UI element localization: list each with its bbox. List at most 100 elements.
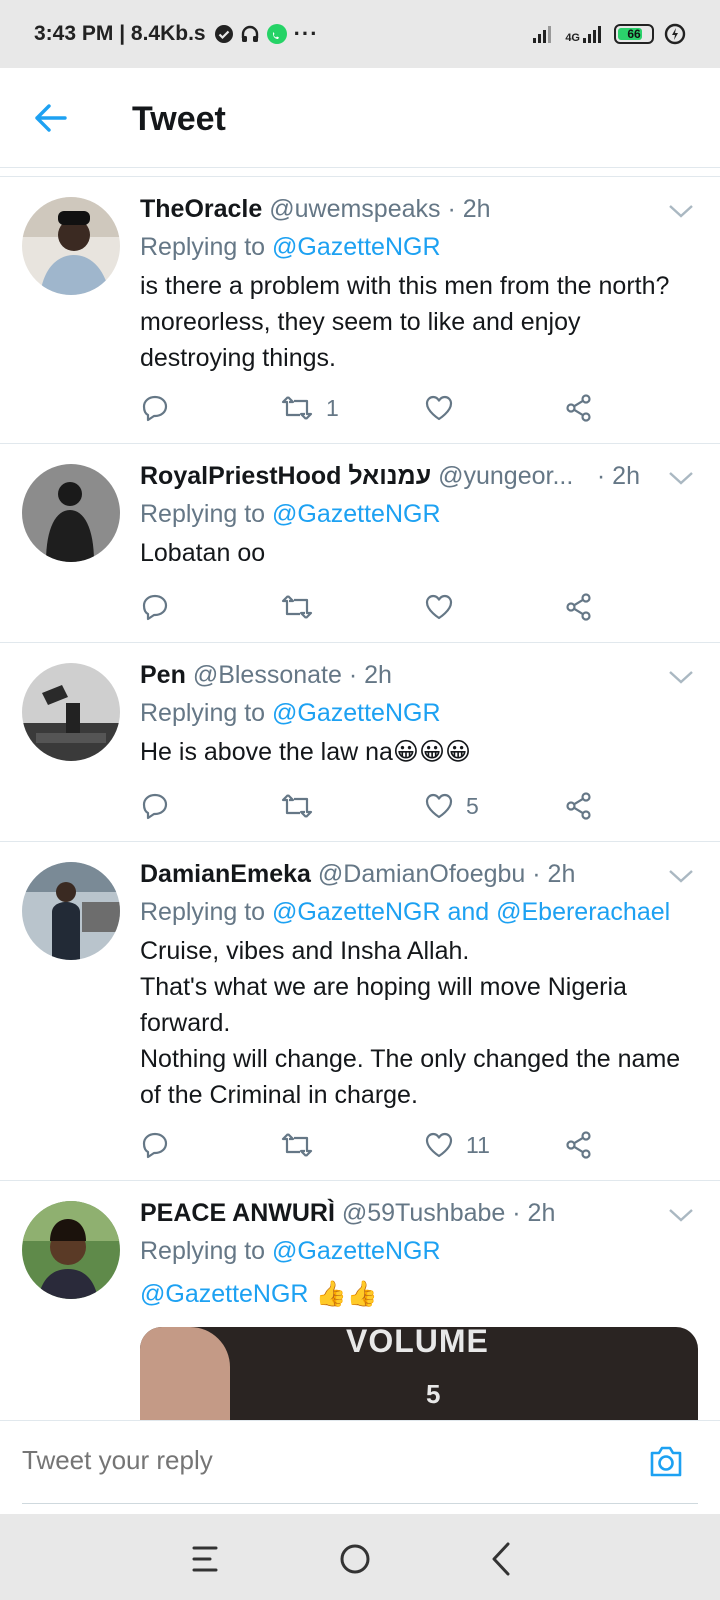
tweet-text-line: Cruise, vibes and Insha Allah. xyxy=(140,937,470,965)
replies-feed[interactable]: TheOracle @uwemspeaks · 2h Replying to @… xyxy=(0,176,720,1420)
retweet-button[interactable] xyxy=(280,590,326,624)
camera-icon[interactable] xyxy=(646,1441,686,1481)
tweet-actions: 1 xyxy=(140,391,610,425)
author-name[interactable]: TheOracle xyxy=(140,195,262,223)
tweet-actions xyxy=(140,590,610,624)
author-handle-time: @DamianOfoegbu · 2h xyxy=(317,860,576,888)
tweet-item[interactable]: PEACE ANWURÌ @59Tushbabe · 2h Replying t… xyxy=(0,1181,720,1420)
replying-to-link[interactable]: @GazetteNGR xyxy=(272,233,440,261)
like-icon xyxy=(425,1132,453,1158)
reply-composer xyxy=(0,1420,720,1514)
author-name[interactable]: Pen xyxy=(140,661,186,689)
caret-down-icon[interactable] xyxy=(668,470,694,486)
caret-down-icon[interactable] xyxy=(668,1207,694,1223)
replying-to: Replying to @GazetteNGR xyxy=(140,699,441,728)
replying-prefix: Replying to xyxy=(140,699,266,727)
tweet-header: PEACE ANWURÌ @59Tushbabe · 2h xyxy=(140,1199,690,1228)
share-button[interactable] xyxy=(564,1128,594,1162)
like-button[interactable] xyxy=(424,391,466,425)
author-handle: @yungeor... xyxy=(438,462,574,490)
retweet-icon xyxy=(281,396,313,420)
like-button[interactable]: 11 xyxy=(424,1128,490,1162)
reply-icon xyxy=(142,793,168,820)
replying-prefix: Replying to xyxy=(140,1237,266,1265)
more-notifications-icon: ··· xyxy=(293,21,319,46)
avatar[interactable] xyxy=(22,663,120,761)
share-button[interactable] xyxy=(564,391,594,425)
tweet-media[interactable]: VOLUME 5 xyxy=(140,1327,698,1420)
tweet-actions: 5 xyxy=(140,789,610,823)
replying-to: Replying to @GazetteNGR xyxy=(140,233,441,262)
replying-to-link[interactable]: @GazetteNGR xyxy=(272,500,440,528)
menu-icon[interactable] xyxy=(182,1534,232,1584)
network-label: 4G xyxy=(565,32,580,44)
author-name[interactable]: DamianEmeka xyxy=(140,860,311,888)
replying-to-link[interactable]: @GazetteNGR xyxy=(272,699,440,727)
tweet-item[interactable]: DamianEmeka @DamianOfoegbu · 2h Replying… xyxy=(0,842,720,1181)
tweet-header: TheOracle @uwemspeaks · 2h xyxy=(140,195,690,224)
avatar[interactable] xyxy=(22,197,120,295)
tweet-header: Pen @Blessonate · 2h xyxy=(140,661,690,690)
caret-down-icon[interactable] xyxy=(668,868,694,884)
caret-down-icon[interactable] xyxy=(668,669,694,685)
tweet-time: · 2h xyxy=(596,462,640,490)
like-icon xyxy=(425,594,453,620)
like-count: 5 xyxy=(466,792,479,819)
like-button[interactable]: 5 xyxy=(424,789,479,823)
like-count: 11 xyxy=(466,1131,490,1158)
tweet-item[interactable]: RoyalPriestHood עמנואל @yungeor... · 2h … xyxy=(0,444,720,643)
replying-to-link[interactable]: @GazetteNGR and @Ebererachael xyxy=(272,898,670,926)
status-left: 3:43 PM | 8.4Kb.s ··· xyxy=(34,21,319,47)
reply-button[interactable] xyxy=(140,789,170,823)
signal-4g-icon xyxy=(583,26,601,43)
tweet-text: is there a problem with this men from th… xyxy=(140,272,670,372)
battery-icon: 66 xyxy=(614,24,654,44)
headphones-icon xyxy=(241,25,258,42)
tweet-item[interactable]: Pen @Blessonate · 2h Replying to @Gazett… xyxy=(0,643,720,842)
charging-icon xyxy=(664,23,686,45)
replying-prefix: Replying to xyxy=(140,898,266,926)
home-circle-icon[interactable] xyxy=(330,1534,380,1584)
share-button[interactable] xyxy=(564,590,594,624)
network-4g-signal: 4G xyxy=(565,24,604,44)
retweet-button[interactable]: 1 xyxy=(280,391,339,425)
retweet-button[interactable] xyxy=(280,789,326,823)
reply-input[interactable] xyxy=(22,1445,582,1476)
reply-button[interactable] xyxy=(140,1128,170,1162)
retweet-icon xyxy=(281,794,313,818)
reply-icon xyxy=(142,594,168,621)
avatar[interactable] xyxy=(22,464,120,562)
retweet-button[interactable] xyxy=(280,1128,326,1162)
replying-to-link[interactable]: @GazetteNGR xyxy=(272,1237,440,1265)
back-arrow-icon[interactable] xyxy=(34,98,68,138)
mention-link[interactable]: @GazetteNGR xyxy=(140,1280,308,1308)
status-bar: 3:43 PM | 8.4Kb.s ··· 4G 66 xyxy=(0,0,720,68)
author-name[interactable]: RoyalPriestHood עמנואל xyxy=(140,462,431,490)
reply-button[interactable] xyxy=(140,391,170,425)
tweet-header: RoyalPriestHood עמנואל @yungeor... xyxy=(140,462,640,491)
share-icon xyxy=(566,394,591,422)
whatsapp-icon xyxy=(266,24,287,44)
tweet-text-line: Nothing will change. The only changed th… xyxy=(140,1045,681,1109)
retweet-icon xyxy=(281,595,313,619)
tweet-text: @GazetteNGR 👍👍 xyxy=(140,1276,684,1312)
replying-to: Replying to @GazetteNGR xyxy=(140,500,441,529)
status-notification-icons: ··· xyxy=(214,21,319,47)
system-nav-bar xyxy=(0,1514,720,1600)
caret-down-icon[interactable] xyxy=(668,203,694,219)
signal-icon xyxy=(533,26,552,43)
reply-button[interactable] xyxy=(140,590,170,624)
author-name[interactable]: PEACE ANWURÌ xyxy=(140,1199,335,1227)
check-circle-icon xyxy=(214,25,233,43)
like-button[interactable] xyxy=(424,590,466,624)
tweet-header: DamianEmeka @DamianOfoegbu · 2h xyxy=(140,860,690,889)
tweet-item[interactable]: TheOracle @uwemspeaks · 2h Replying to @… xyxy=(0,177,720,444)
replying-to: Replying to @GazetteNGR and @Ebererachae… xyxy=(140,898,670,927)
emoji-text: 👍👍 xyxy=(315,1280,378,1308)
tweet-text: Lobatan oo xyxy=(140,539,266,567)
avatar[interactable] xyxy=(22,862,120,960)
retweet-count: 1 xyxy=(326,394,339,421)
back-chevron-icon[interactable] xyxy=(478,1534,528,1584)
share-button[interactable] xyxy=(564,789,594,823)
avatar[interactable] xyxy=(22,1201,120,1299)
